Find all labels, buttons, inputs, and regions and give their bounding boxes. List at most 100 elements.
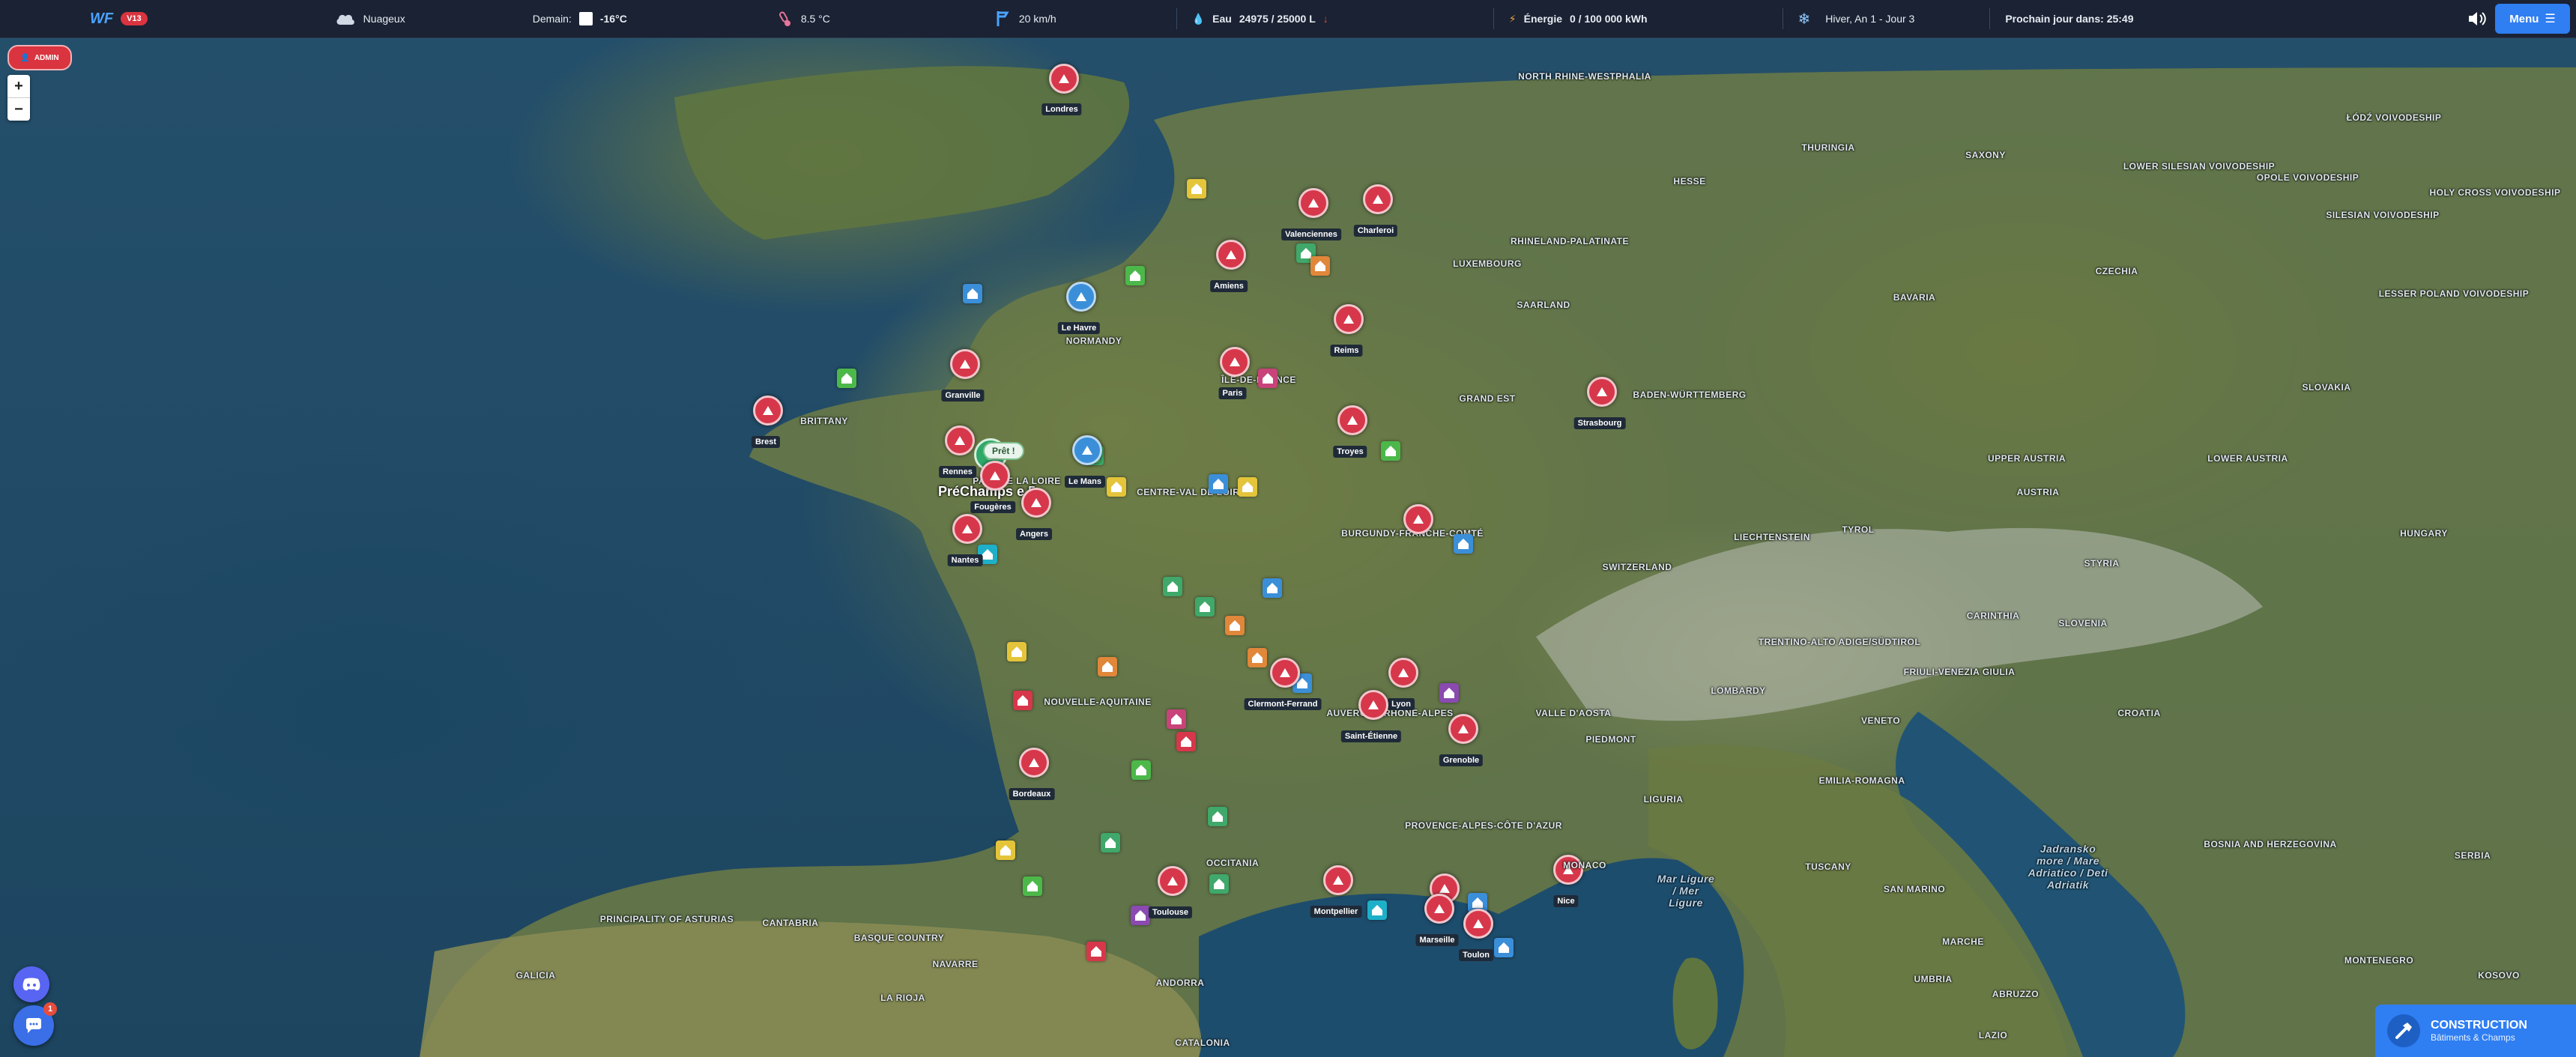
- city-name: Troyes: [1333, 446, 1367, 458]
- region-label: OPOLE VOIVODESHIP: [2256, 172, 2359, 183]
- building-icon[interactable]: [963, 284, 982, 303]
- discord-button[interactable]: [13, 966, 49, 1002]
- building-icon[interactable]: [1225, 616, 1245, 635]
- city-name: Saint-Étienne: [1340, 730, 1402, 742]
- building-icon[interactable]: [1086, 942, 1106, 961]
- city-pin[interactable]: [1019, 748, 1049, 778]
- region-label: LOWER AUSTRIA: [2207, 453, 2288, 464]
- region-label: GALICIA: [515, 970, 556, 981]
- building-icon[interactable]: [1263, 578, 1282, 598]
- energy-value: 0 / 100 000 kWh: [1570, 13, 1648, 25]
- city-pin[interactable]: [1388, 658, 1418, 688]
- building-icon[interactable]: [1167, 709, 1186, 729]
- zoom-out-button[interactable]: −: [7, 98, 30, 121]
- building-icon[interactable]: [1101, 833, 1120, 852]
- city-pin[interactable]: [1066, 282, 1096, 312]
- chat-bubble-icon: [26, 1018, 41, 1033]
- building-icon[interactable]: [1248, 648, 1267, 667]
- city-pin[interactable]: [1463, 909, 1493, 939]
- city-pin[interactable]: [1363, 184, 1393, 214]
- field-ready-badge[interactable]: Prêt !: [983, 442, 1024, 460]
- city-pin[interactable]: [1220, 347, 1250, 377]
- chat-button[interactable]: 1: [13, 1002, 57, 1046]
- building-icon[interactable]: [1013, 691, 1032, 710]
- building-icon[interactable]: [996, 841, 1015, 860]
- city-pin[interactable]: [1270, 658, 1300, 688]
- city-pin[interactable]: [1448, 714, 1478, 744]
- map-terrain: [420, 66, 2576, 1057]
- building-icon[interactable]: [1208, 807, 1227, 826]
- building-icon[interactable]: [1007, 642, 1027, 661]
- region-label: EMILIA-ROMAGNA: [1818, 775, 1905, 786]
- building-icon[interactable]: [1310, 256, 1330, 276]
- building-icon[interactable]: [1238, 477, 1257, 497]
- menu-button[interactable]: Menu ☰: [2495, 4, 2570, 34]
- water-value: 24975 / 25000 L: [1239, 13, 1316, 25]
- season-label: Hiver, An 1 - Jour 3: [1825, 13, 1915, 25]
- satellite-map[interactable]: NORTH RHINE-WESTPHALIA LUXEMBOURG RHINEL…: [0, 37, 2576, 1057]
- city-pin[interactable]: [1216, 240, 1246, 270]
- city-name: Grenoble: [1439, 754, 1484, 766]
- city-pin[interactable]: [753, 396, 783, 425]
- region-label: PIEDMONT: [1585, 734, 1636, 745]
- region-label: SAN MARINO: [1883, 884, 1946, 894]
- building-icon[interactable]: [1494, 938, 1514, 957]
- building-icon[interactable]: [1098, 657, 1117, 676]
- hamburger-icon: ☰: [2545, 13, 2556, 25]
- city-pin[interactable]: [1334, 304, 1364, 334]
- building-icon[interactable]: [1125, 266, 1145, 285]
- city-pin[interactable]: [1587, 377, 1617, 407]
- city-pin[interactable]: [1072, 435, 1102, 465]
- building-icon[interactable]: [1131, 760, 1151, 780]
- city-pin[interactable]: [1337, 405, 1367, 435]
- tomorrow-label: Demain:: [532, 13, 572, 25]
- city-pin[interactable]: [980, 461, 1010, 491]
- city-pin[interactable]: [950, 349, 980, 379]
- city-pin[interactable]: [1424, 894, 1454, 924]
- building-icon[interactable]: [1454, 534, 1473, 554]
- building-icon[interactable]: [1176, 732, 1196, 751]
- city-pin[interactable]: [945, 425, 975, 455]
- region-label: CZECHIA: [2095, 266, 2138, 276]
- city-label-monaco: Monaco: [1563, 860, 1606, 870]
- sea-label: Jadransko more / Mare Adriatico / Deti A…: [2028, 843, 2108, 891]
- region-label: NORMANDY: [1065, 336, 1122, 346]
- building-icon[interactable]: [1195, 597, 1215, 617]
- building-icon[interactable]: [1439, 683, 1459, 703]
- region-label: BASQUE COUNTRY: [853, 933, 945, 943]
- energy-label: Énergie: [1523, 13, 1562, 25]
- region-label: TRENTINO-ALTO ADIGE/SÜDTIROL: [1758, 637, 1921, 647]
- city-pin[interactable]: [1298, 188, 1328, 218]
- city-pin[interactable]: [952, 514, 982, 544]
- building-icon[interactable]: [1367, 900, 1387, 920]
- city-pin[interactable]: [1049, 64, 1079, 94]
- building-icon[interactable]: [1187, 179, 1206, 199]
- region-label: LAZIO: [1978, 1030, 2008, 1041]
- speaker-icon[interactable]: [2467, 9, 2488, 28]
- temperature: 8.5 °C: [762, 0, 845, 37]
- city-pin[interactable]: [1323, 865, 1353, 895]
- cloud-icon: [336, 14, 354, 25]
- building-icon[interactable]: [1209, 474, 1228, 494]
- city-pin[interactable]: [1403, 504, 1433, 534]
- region-label: LESSER POLAND VOIVODESHIP: [2378, 288, 2530, 299]
- building-icon[interactable]: [1107, 477, 1126, 497]
- city-pin[interactable]: [1158, 866, 1188, 896]
- construction-button[interactable]: CONSTRUCTION Bâtiments & Champs: [2375, 1005, 2576, 1057]
- building-icon[interactable]: [1258, 369, 1278, 388]
- hammer-icon: [2387, 1014, 2420, 1047]
- building-icon[interactable]: [1023, 876, 1042, 896]
- building-icon[interactable]: [1209, 874, 1229, 894]
- building-icon[interactable]: [1163, 577, 1182, 596]
- region-label: OCCITANIA: [1206, 858, 1260, 868]
- admin-button[interactable]: 👤 ADMIN: [7, 45, 72, 70]
- city-name: Londres: [1041, 103, 1082, 115]
- building-icon[interactable]: [1131, 906, 1150, 925]
- city-pin[interactable]: [1021, 488, 1051, 518]
- city-name: Amiens: [1210, 280, 1248, 292]
- building-icon[interactable]: [837, 369, 856, 388]
- region-label: BADEN-WÜRTTEMBERG: [1633, 390, 1747, 400]
- city-pin[interactable]: [1358, 690, 1388, 720]
- building-icon[interactable]: [1381, 441, 1400, 461]
- zoom-in-button[interactable]: +: [7, 75, 30, 98]
